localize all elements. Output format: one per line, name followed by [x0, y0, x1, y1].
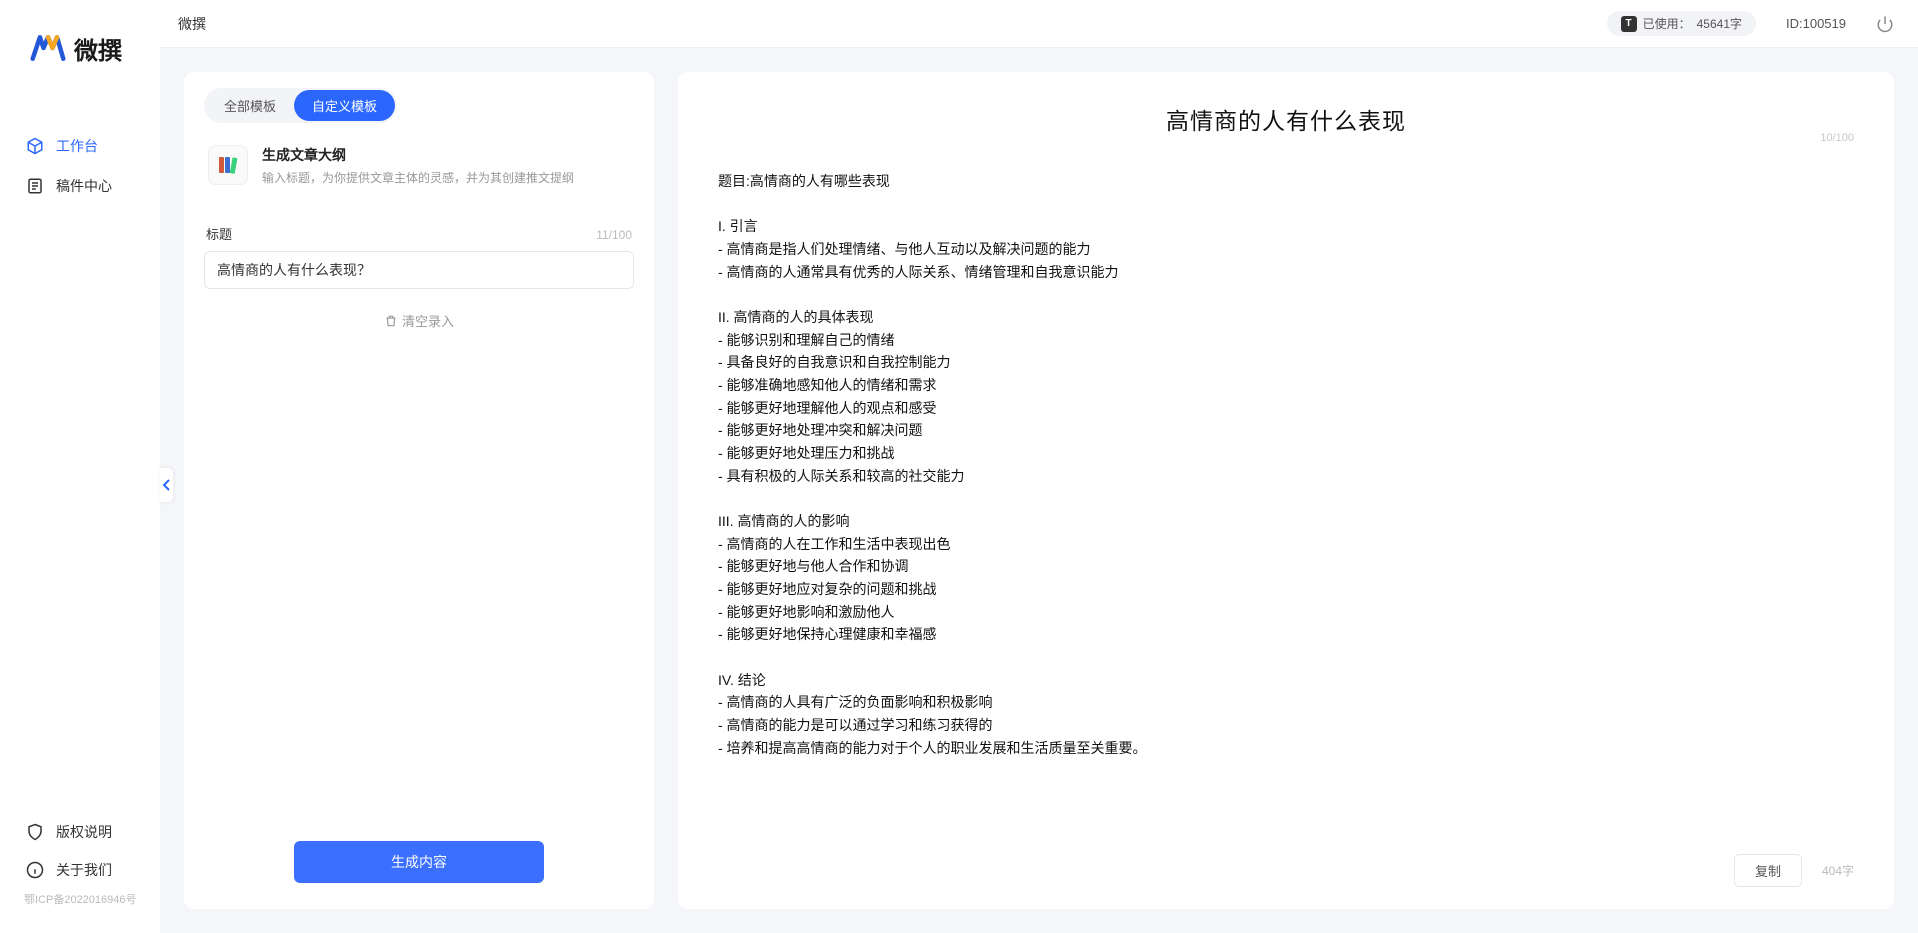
template-title: 生成文章大纲 [262, 145, 574, 165]
template-tabs: 全部模板 自定义模板 [204, 88, 397, 123]
generate-button[interactable]: 生成内容 [294, 841, 544, 883]
nav-item-workspace[interactable]: 工作台 [0, 126, 160, 166]
brand-logo-icon [30, 30, 66, 66]
nav: 工作台 稿件中心 [0, 86, 160, 803]
nav-item-label: 工作台 [56, 136, 98, 156]
nav-item-label: 稿件中心 [56, 176, 112, 196]
nav-item-drafts[interactable]: 稿件中心 [0, 166, 160, 206]
usage-count: 45641字 [1697, 15, 1742, 32]
shield-icon [26, 823, 44, 841]
chevron-left-icon [162, 479, 172, 491]
copy-button[interactable]: 复制 [1734, 854, 1802, 887]
info-icon [26, 861, 44, 879]
output-panel: 高情商的人有什么表现 10/100 题目:高情商的人有哪些表现 I. 引言 - … [678, 72, 1894, 909]
brand-logo[interactable]: 微撰 [0, 0, 160, 86]
output-body[interactable]: 题目:高情商的人有哪些表现 I. 引言 - 高情商是指人们处理情绪、与他人互动以… [718, 170, 1854, 759]
usage-badge[interactable]: T 已使用： 45641字 [1607, 11, 1756, 36]
brand-name: 微撰 [74, 31, 122, 66]
sidebar: 微撰 工作台 稿件中心 版权说明 [0, 0, 160, 933]
output-title-count: 10/100 [1820, 132, 1854, 144]
power-button[interactable] [1876, 15, 1894, 33]
clear-input-label: 清空录入 [402, 311, 454, 330]
title-input[interactable] [204, 251, 634, 289]
tab-all-templates[interactable]: 全部模板 [206, 90, 294, 121]
sidebar-item-copyright[interactable]: 版权说明 [0, 813, 160, 851]
sidebar-item-label: 版权说明 [56, 822, 112, 842]
text-chip-icon: T [1621, 16, 1637, 32]
output-word-count: 404字 [1822, 862, 1854, 879]
icp-text: 鄂ICP备2022016946号 [0, 889, 160, 913]
sidebar-footer: 版权说明 关于我们 鄂ICP备2022016946号 [0, 803, 160, 933]
title-char-count: 11/100 [596, 228, 632, 242]
trash-icon [384, 314, 398, 328]
power-icon [1876, 15, 1894, 33]
template-desc: 输入标题，为你提供文章主体的灵感，并为其创建推文提纲 [262, 169, 574, 186]
selected-template[interactable]: 生成文章大纲 输入标题，为你提供文章主体的灵感，并为其创建推文提纲 [204, 141, 634, 190]
account-id: ID:100519 [1786, 16, 1846, 31]
title-field-label: 标题 [206, 224, 232, 243]
output-title[interactable]: 高情商的人有什么表现 [718, 102, 1854, 136]
page-title: 微撰 [178, 14, 206, 34]
tab-custom-templates[interactable]: 自定义模板 [294, 90, 395, 121]
document-icon [26, 177, 44, 195]
sidebar-item-label: 关于我们 [56, 860, 112, 880]
usage-prefix: 已使用： [1643, 15, 1691, 32]
input-panel: 全部模板 自定义模板 生成文章大纲 输入标题，为你提供文章主体的灵感，并为其创建… [184, 72, 654, 909]
cube-icon [26, 137, 44, 155]
template-books-icon [208, 145, 248, 185]
sidebar-item-about[interactable]: 关于我们 [0, 851, 160, 889]
sidebar-collapse-toggle[interactable] [160, 467, 174, 503]
clear-input-button[interactable]: 清空录入 [384, 311, 454, 330]
header: 微撰 T 已使用： 45641字 ID:100519 [160, 0, 1918, 48]
